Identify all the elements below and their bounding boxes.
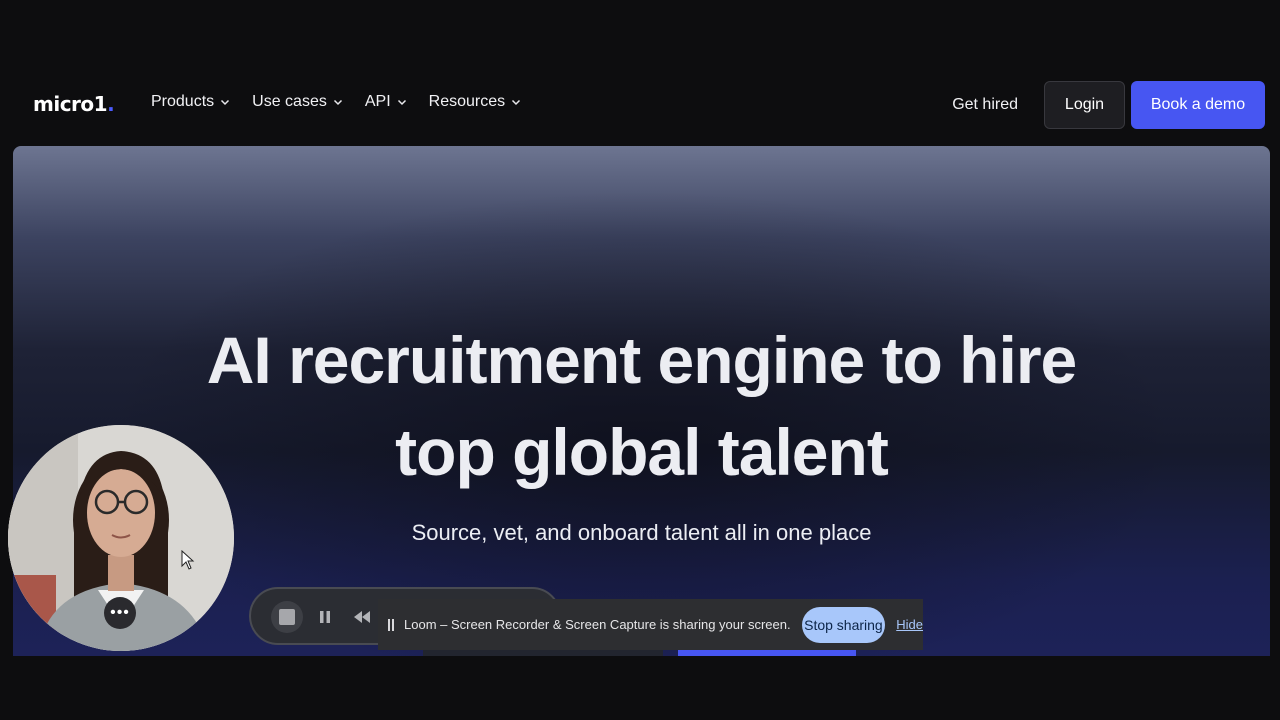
pause-icon: [320, 611, 330, 623]
stop-recording-button[interactable]: [271, 601, 303, 633]
stop-icon: [279, 609, 295, 625]
nav-item-label: Use cases: [252, 93, 327, 110]
nav-menu: Products Use cases API Resources: [151, 93, 521, 111]
share-notice-text: Loom – Screen Recorder & Screen Capture …: [404, 617, 791, 632]
nav-actions: Get hired Login Book a demo: [952, 81, 1265, 129]
screen-share-notification: Loom – Screen Recorder & Screen Capture …: [378, 599, 923, 650]
browser-page: micro1. Products Use cases API Resources…: [0, 0, 1280, 720]
pause-button[interactable]: [311, 603, 339, 631]
rewind-icon: [354, 611, 370, 623]
drag-handle-icon[interactable]: [388, 618, 394, 631]
nav-item-resources[interactable]: Resources: [429, 93, 521, 111]
nav-item-label: Products: [151, 93, 215, 110]
more-options-button[interactable]: •••: [104, 597, 136, 629]
nav-item-label: API: [364, 93, 391, 110]
chevron-down-icon: [220, 97, 230, 107]
micro1-logo[interactable]: micro1.: [33, 92, 115, 116]
nav-item-api[interactable]: API: [365, 93, 407, 111]
book-demo-button[interactable]: Book a demo: [1131, 81, 1265, 129]
chevron-down-icon: [511, 97, 521, 107]
nav-item-products[interactable]: Products: [151, 93, 230, 111]
get-hired-link[interactable]: Get hired: [952, 96, 1018, 114]
mouse-cursor-icon: [181, 550, 195, 570]
top-nav: micro1. Products Use cases API Resources…: [0, 80, 1280, 130]
login-button[interactable]: Login: [1044, 81, 1125, 129]
chevron-down-icon: [397, 97, 407, 107]
hide-link[interactable]: Hide: [896, 617, 923, 632]
hero-title-line2: top global talent: [395, 415, 889, 489]
logo-dot: .: [107, 92, 115, 116]
nav-item-label: Resources: [428, 93, 506, 110]
restart-button[interactable]: [348, 603, 376, 631]
stop-sharing-button[interactable]: Stop sharing: [801, 606, 886, 643]
hero-title-line1: AI recruitment engine to hire: [206, 323, 1077, 397]
chevron-down-icon: [333, 97, 343, 107]
logo-text: micro1: [33, 92, 108, 116]
nav-item-use-cases[interactable]: Use cases: [252, 93, 343, 111]
